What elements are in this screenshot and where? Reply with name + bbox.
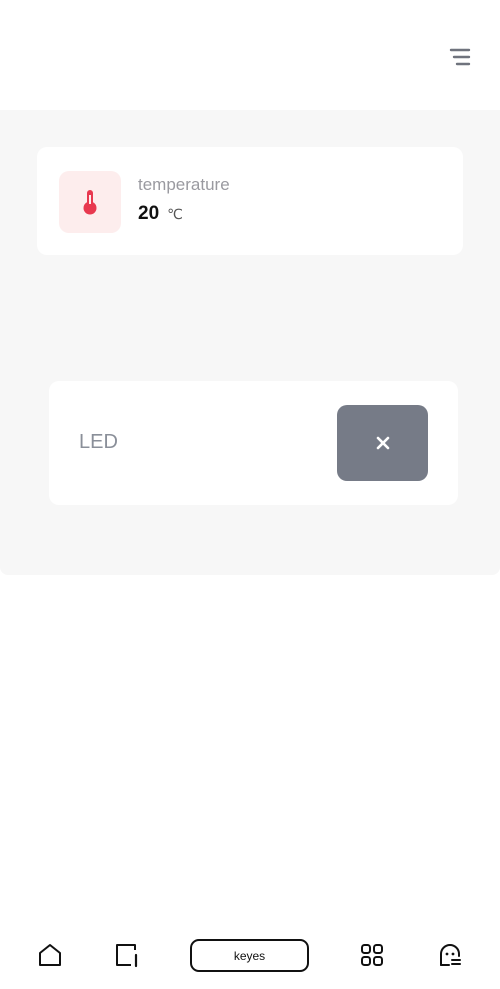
nav-center-button[interactable]: keyes [190,939,309,972]
menu-button[interactable] [448,46,472,68]
bottom-navigation: keyes [0,925,500,989]
led-label: LED [79,431,118,453]
menu-icon [449,48,471,66]
grid-icon [361,944,383,966]
device-icon [116,944,138,968]
close-icon [376,436,389,450]
nav-apps[interactable] [358,941,386,969]
app-header [0,0,500,110]
thermometer-icon [83,190,97,215]
temperature-label: temperature [138,175,230,194]
temperature-reading: 20 ℃ [138,203,183,225]
nav-home[interactable] [36,941,64,969]
home-icon [39,944,61,966]
nav-center-label: keyes [233,948,266,963]
temperature-card[interactable]: temperature 20 ℃ [37,147,463,255]
temperature-icon-box [59,171,121,233]
led-toggle-button[interactable] [337,405,428,481]
nav-devices[interactable] [113,941,141,969]
profile-icon [440,944,461,966]
temperature-unit: ℃ [167,206,183,222]
temperature-value: 20 [138,203,160,224]
led-card: LED [49,381,458,505]
nav-profile[interactable] [436,941,464,969]
